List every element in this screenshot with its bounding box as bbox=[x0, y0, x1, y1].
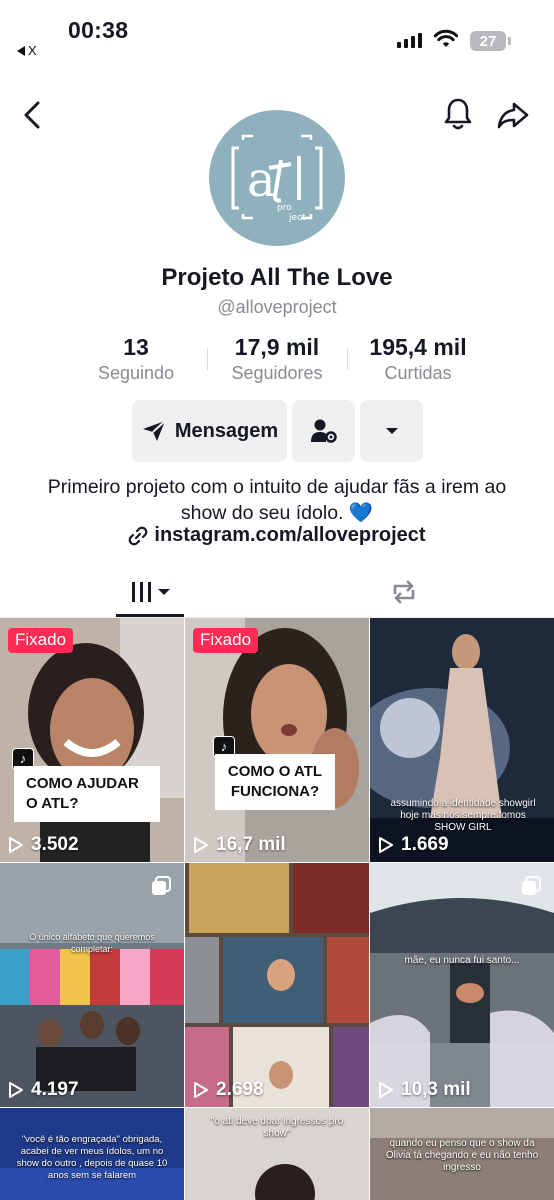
wifi-icon bbox=[434, 29, 458, 47]
play-icon bbox=[379, 1082, 393, 1098]
multi-photo-icon bbox=[520, 875, 542, 897]
stat-following[interactable]: 13 Seguindo bbox=[80, 334, 192, 384]
display-name: Projeto All The Love bbox=[161, 264, 393, 291]
pinned-badge: Fixado bbox=[8, 628, 74, 653]
send-icon bbox=[142, 420, 166, 441]
back-app-label: X bbox=[28, 43, 37, 58]
stat-following-value: 13 bbox=[123, 334, 149, 360]
video-overlay-text: "o atl deve doar ingressos pro show" bbox=[210, 1116, 344, 1139]
video-tile[interactable]: O único alfabeto que queremos completar:… bbox=[0, 863, 184, 1107]
stat-followers-label: Seguidores bbox=[231, 363, 323, 383]
status-time: 00:38 bbox=[68, 17, 129, 43]
view-count-value: 3.502 bbox=[31, 834, 79, 855]
stat-likes[interactable]: 195,4 mil Curtidas bbox=[356, 334, 480, 384]
user-settings-icon bbox=[310, 419, 337, 443]
play-icon bbox=[9, 1082, 23, 1098]
video-tile[interactable]: mãe, eu nunca fui santo... 10,3 mil bbox=[370, 863, 554, 1107]
status-bar: 00:38 X 27 bbox=[0, 0, 554, 70]
view-count: 16,7 mil bbox=[193, 834, 286, 856]
play-icon bbox=[379, 837, 393, 853]
tab-reposts[interactable] bbox=[370, 568, 438, 616]
video-tile[interactable]: Fixado ♪ COMO O ATL FUNCIONA? 16,7 mil bbox=[185, 618, 369, 862]
back-triangle-icon bbox=[17, 45, 25, 56]
battery-level: 27 bbox=[479, 32, 497, 50]
multi-photo-icon bbox=[150, 875, 172, 897]
battery-icon: 27 bbox=[470, 31, 506, 51]
repost-icon bbox=[393, 580, 415, 604]
stat-following-label: Seguindo bbox=[97, 363, 175, 383]
video-tile[interactable]: Fixado ♪ COMO AJUDAR O ATL? 3.502 bbox=[0, 618, 184, 862]
username: @alloveproject bbox=[217, 297, 337, 317]
grid-icon bbox=[132, 582, 170, 602]
message-button[interactable]: Mensagem bbox=[132, 400, 287, 462]
atl-logo-icon: a pro ject bbox=[231, 134, 323, 223]
stat-likes-label: Curtidas bbox=[384, 363, 452, 383]
play-icon bbox=[194, 1082, 208, 1098]
share-icon[interactable] bbox=[496, 98, 530, 132]
stat-likes-value: 195,4 mil bbox=[369, 334, 467, 360]
video-overlay-text: mãe, eu nunca fui santo... bbox=[404, 955, 520, 966]
svg-text:a: a bbox=[247, 152, 276, 208]
link-icon bbox=[129, 526, 148, 545]
video-caption: COMO O ATL FUNCIONA? bbox=[215, 754, 335, 810]
view-count-value: 4.197 bbox=[31, 1079, 79, 1100]
avatar[interactable]: a pro ject bbox=[209, 110, 345, 246]
bio-link[interactable]: instagram.com/alloveproject bbox=[0, 524, 554, 547]
svg-text:pro: pro bbox=[277, 203, 292, 213]
battery-nub bbox=[508, 37, 511, 45]
video-tile[interactable]: "você é tão engraçada" obrigada, acabei … bbox=[0, 1108, 184, 1200]
view-count: 3.502 bbox=[8, 834, 79, 856]
stat-followers-value: 17,9 mil bbox=[234, 334, 320, 360]
more-options-button[interactable] bbox=[360, 400, 423, 462]
view-count: 1.669 bbox=[378, 834, 449, 856]
video-thumbnail bbox=[370, 863, 554, 1107]
message-button-label: Mensagem bbox=[174, 419, 279, 442]
bell-icon[interactable] bbox=[442, 96, 474, 132]
video-overlay-text: assumindo a identidade showgirl hoje mas… bbox=[390, 798, 536, 833]
video-overlay-text: quando eu penso que o show da Olivia tá … bbox=[385, 1138, 539, 1173]
caret-down-icon bbox=[385, 428, 398, 434]
view-count-value: 2.698 bbox=[216, 1079, 264, 1100]
view-count-value: 10,3 mil bbox=[401, 1079, 471, 1100]
play-icon bbox=[194, 837, 208, 853]
back-to-app-button[interactable]: X bbox=[17, 43, 37, 58]
stat-divider bbox=[207, 348, 208, 370]
view-count: 4.197 bbox=[8, 1079, 79, 1101]
stat-followers[interactable]: 17,9 mil Seguidores bbox=[220, 334, 334, 384]
play-icon bbox=[9, 837, 23, 853]
view-count-value: 16,7 mil bbox=[216, 834, 286, 855]
video-tile[interactable]: quando eu penso que o show da Olivia tá … bbox=[370, 1108, 554, 1200]
video-thumbnail bbox=[0, 863, 184, 1107]
pinned-badge: Fixado bbox=[193, 628, 259, 653]
view-count: 2.698 bbox=[193, 1079, 264, 1101]
stat-divider bbox=[347, 348, 348, 370]
video-caption: COMO AJUDAR O ATL? bbox=[14, 766, 160, 822]
view-count-value: 1.669 bbox=[401, 834, 449, 855]
svg-text:ject: ject bbox=[288, 213, 306, 223]
video-overlay-text: "você é tão engraçada" obrigada, acabei … bbox=[16, 1134, 168, 1181]
video-overlay-text: O único alfabeto que queremos completar: bbox=[29, 932, 155, 954]
tab-videos[interactable] bbox=[116, 568, 184, 616]
video-thumbnail bbox=[185, 863, 369, 1107]
signal-icon bbox=[397, 32, 422, 48]
video-tile[interactable]: 2.698 bbox=[185, 863, 369, 1107]
video-tile[interactable]: assumindo a identidade showgirl hoje mas… bbox=[370, 618, 554, 862]
video-tile[interactable]: "o atl deve doar ingressos pro show" bbox=[185, 1108, 369, 1200]
chevron-left-icon[interactable] bbox=[18, 98, 48, 132]
suggested-accounts-button[interactable] bbox=[292, 400, 355, 462]
view-count: 10,3 mil bbox=[378, 1079, 471, 1101]
bio-link-text: instagram.com/alloveproject bbox=[154, 524, 426, 546]
bio-text: Primeiro projeto com o intuito de ajudar… bbox=[47, 476, 507, 524]
video-thumbnail bbox=[0, 618, 184, 862]
